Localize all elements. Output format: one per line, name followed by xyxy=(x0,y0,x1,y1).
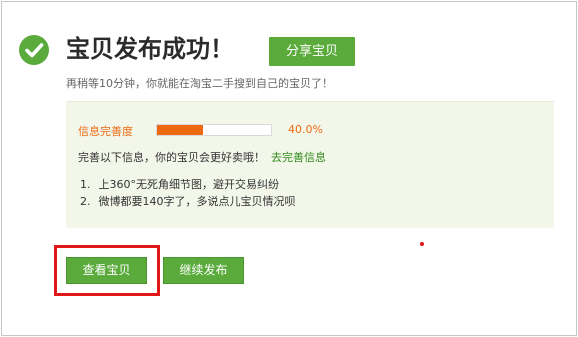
improve-text: 完善以下信息，你的宝贝会更好卖哦！ xyxy=(78,151,265,164)
success-check-icon xyxy=(19,35,49,65)
view-item-button[interactable]: 查看宝贝 xyxy=(66,257,147,284)
progress-bar xyxy=(156,124,272,136)
list-item: 1. 上360°无死角细节图，避开交易纠纷 xyxy=(80,178,279,191)
progress-fill xyxy=(157,125,203,135)
progress-percent: 40.0% xyxy=(288,123,323,136)
share-button[interactable]: 分享宝贝 xyxy=(269,37,355,66)
improve-info-link[interactable]: 去完善信息 xyxy=(271,151,326,164)
improve-row: 完善以下信息，你的宝贝会更好卖哦！ 去完善信息 xyxy=(78,149,326,165)
annotation-dot xyxy=(420,242,424,246)
info-panel: 信息完善度 40.0% 完善以下信息，你的宝贝会更好卖哦！ 去完善信息 1. 上36… xyxy=(66,101,554,228)
list-item: 2. 微博都要140字了，多说点儿宝贝情况呗 xyxy=(80,195,296,208)
page-title: 宝贝发布成功！ xyxy=(66,35,234,63)
progress-label: 信息完善度 xyxy=(78,125,133,138)
tips-list: 1. 上360°无死角细节图，避开交易纠纷 2. 微博都要140字了，多说点儿宝贝情… xyxy=(80,176,296,210)
continue-publish-button[interactable]: 继续发布 xyxy=(163,257,244,284)
subtitle: 再稍等10分钟，你就能在淘宝二手搜到自己的宝贝了！ xyxy=(66,77,333,90)
